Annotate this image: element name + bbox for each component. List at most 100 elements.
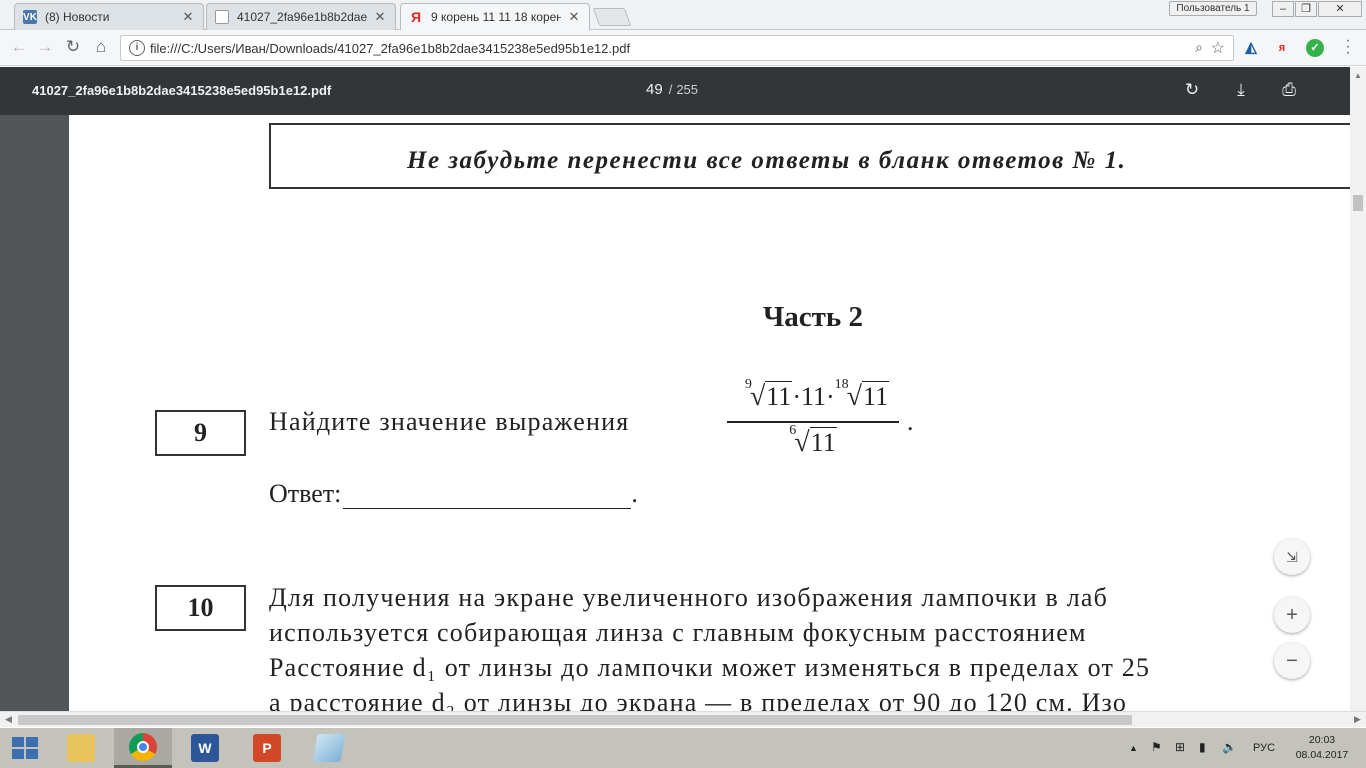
tab-pdf[interactable]: 41027_2fa96e1b8b2dae3415238e5ed95b1e12.p… bbox=[206, 3, 396, 30]
window-app-icon bbox=[312, 734, 346, 762]
forward-icon[interactable]: → bbox=[34, 36, 56, 58]
close-icon[interactable]: ✕ bbox=[373, 9, 387, 25]
minimize-button[interactable]: – bbox=[1272, 1, 1294, 17]
close-icon[interactable]: ✕ bbox=[567, 9, 581, 25]
tab-title: 9 корень 11 11 18 корень bbox=[431, 10, 561, 24]
chrome-icon bbox=[129, 732, 157, 761]
scrollbar-thumb[interactable] bbox=[18, 715, 1132, 725]
question-line: Для получения на экране увеличенного изо… bbox=[269, 583, 1109, 612]
scroll-up-icon[interactable]: ▲ bbox=[1354, 71, 1362, 80]
question-number-box: 10 bbox=[155, 585, 246, 631]
clock-time: 20:03 bbox=[1308, 734, 1336, 746]
tab-yandex-search[interactable]: Я 9 корень 11 11 18 корень ✕ bbox=[400, 3, 590, 30]
pdf-toolbar: 41027_2fa96e1b8b2dae3415238e5ed95b1e12.p… bbox=[0, 67, 1366, 115]
restore-button[interactable]: ❐ bbox=[1295, 1, 1317, 17]
banner-text: Не забудьте перенести все ответы в бланк… bbox=[407, 147, 1127, 174]
answer-blank bbox=[343, 485, 632, 509]
clock[interactable]: 20:03 08.04.2017 bbox=[1294, 733, 1350, 763]
new-tab-button[interactable] bbox=[592, 8, 632, 26]
url-text: file:///C:/Users/Иван/Downloads/41027_2f… bbox=[150, 41, 631, 56]
pdf-page: Не забудьте перенести все ответы в бланк… bbox=[69, 115, 1350, 711]
radicand: 11 bbox=[765, 381, 793, 411]
answer-period: . bbox=[631, 479, 638, 508]
current-page-input[interactable]: 49 bbox=[646, 81, 663, 98]
radical-index: 6 bbox=[789, 423, 797, 438]
question-line: а расстояние d₂ от линзы до экрана — в п… bbox=[269, 688, 1128, 711]
math-fraction: 9√11·11·18√11 6√11 bbox=[727, 377, 907, 467]
app-taskbar-button[interactable] bbox=[300, 728, 358, 768]
taskbar: W P ▲ ⚑ ⊞ ▮ 🔈 РУС 20:03 08.04.2017 bbox=[0, 728, 1366, 768]
file-explorer-button[interactable] bbox=[52, 728, 110, 768]
radical: 18√11 bbox=[835, 377, 890, 413]
language-indicator[interactable]: РУС bbox=[1253, 742, 1275, 754]
volume-icon[interactable]: 🔈 bbox=[1222, 740, 1237, 754]
rotate-icon[interactable]: ↻ bbox=[1181, 79, 1203, 101]
question-line: Расстояние d₁ от линзы до лампочки может… bbox=[269, 653, 1151, 682]
bookmark-star-icon[interactable]: ☆ bbox=[1211, 38, 1225, 58]
browser-toolbar: ← → ↻ ⌂ i file:///C:/Users/Иван/Download… bbox=[0, 30, 1366, 66]
print-icon[interactable]: ⎙ bbox=[1278, 79, 1300, 101]
page-separator: / bbox=[668, 82, 673, 97]
home-icon[interactable]: ⌂ bbox=[90, 36, 112, 58]
show-hidden-icons-icon[interactable]: ▲ bbox=[1129, 743, 1138, 753]
pdf-viewer: Не забудьте перенести все ответы в бланк… bbox=[0, 115, 1350, 711]
scroll-right-icon[interactable]: ▶ bbox=[1354, 714, 1361, 725]
checkmark-extension-icon[interactable]: ✓ bbox=[1306, 39, 1324, 57]
menu-icon[interactable]: · · · bbox=[1338, 33, 1358, 61]
clock-date: 08.04.2017 bbox=[1295, 749, 1349, 761]
page-indicator: 49 /255 bbox=[646, 81, 698, 98]
vertical-scrollbar[interactable]: ▲ bbox=[1350, 67, 1366, 711]
radical-index: 9 bbox=[744, 377, 752, 392]
zoom-icon[interactable]: ⌕ bbox=[1195, 39, 1203, 56]
download-icon[interactable]: ⤓ bbox=[1230, 79, 1252, 101]
extension-drop-icon[interactable]: ◭ bbox=[1242, 39, 1260, 57]
reminder-banner: Не забудьте перенести все ответы в бланк… bbox=[269, 123, 1350, 189]
fraction-denominator: 6√11 bbox=[727, 423, 899, 459]
reload-icon[interactable]: ↻ bbox=[62, 36, 84, 58]
word-icon: W bbox=[191, 734, 219, 762]
fraction-bar bbox=[727, 421, 899, 423]
answer-line: Ответ:. bbox=[269, 479, 638, 509]
fit-to-page-button[interactable]: ⇲ bbox=[1274, 539, 1310, 575]
start-button[interactable] bbox=[12, 737, 38, 759]
word-taskbar-button[interactable]: W bbox=[176, 728, 234, 768]
powerpoint-icon: P bbox=[253, 734, 281, 762]
tab-title: 41027_2fa96e1b8b2dae3415238e5ed95b1e12.p… bbox=[237, 10, 367, 24]
question-text: Найдите значение выражения bbox=[269, 407, 630, 436]
battery-icon[interactable]: ▮ bbox=[1199, 740, 1206, 754]
pdf-file-name: 41027_2fa96e1b8b2dae3415238e5ed95b1e12.p… bbox=[32, 83, 332, 98]
question-number-box: 9 bbox=[155, 410, 246, 456]
scrollbar-thumb[interactable] bbox=[1353, 195, 1363, 211]
flag-icon[interactable]: ⚑ bbox=[1151, 740, 1162, 754]
radical: 9√11 bbox=[745, 377, 793, 413]
radical-sign-icon: √ bbox=[794, 427, 810, 458]
tab-title: (8) Новости bbox=[45, 10, 110, 24]
user-profile-button[interactable]: Пользователь 1 bbox=[1169, 1, 1257, 16]
zoom-in-button[interactable]: + bbox=[1274, 597, 1310, 633]
expression-period: . bbox=[907, 407, 914, 436]
yandex-icon: Я bbox=[410, 9, 422, 25]
chrome-taskbar-button[interactable] bbox=[114, 728, 172, 768]
radicand: 11 bbox=[809, 427, 837, 457]
close-window-button[interactable]: ✕ bbox=[1318, 1, 1362, 17]
radical: 6√11 bbox=[789, 423, 837, 459]
zoom-out-button[interactable]: − bbox=[1274, 643, 1310, 679]
scroll-left-icon[interactable]: ◀ bbox=[5, 714, 12, 725]
radicand: 11 bbox=[862, 381, 890, 411]
horizontal-scrollbar[interactable]: ◀ ▶ bbox=[0, 711, 1366, 727]
back-icon[interactable]: ← bbox=[8, 36, 30, 58]
folder-icon bbox=[67, 734, 95, 762]
yandex-extension-icon[interactable]: я bbox=[1273, 39, 1291, 57]
fraction-numerator: 9√11·11·18√11 bbox=[727, 377, 907, 413]
network-icon[interactable]: ⊞ bbox=[1175, 740, 1185, 754]
address-bar[interactable]: i file:///C:/Users/Иван/Downloads/41027_… bbox=[120, 35, 1234, 61]
close-icon[interactable]: ✕ bbox=[181, 9, 195, 25]
total-pages: 255 bbox=[676, 82, 699, 97]
tab-vk-news[interactable]: VK (8) Новости ✕ bbox=[14, 3, 204, 30]
vk-icon: VK bbox=[23, 10, 37, 24]
multiplier: ·11· bbox=[792, 382, 835, 411]
question-line: используется собирающая линза с главным … bbox=[269, 618, 1087, 647]
info-icon[interactable]: i bbox=[129, 40, 145, 56]
part-title: Часть 2 bbox=[763, 301, 863, 333]
powerpoint-taskbar-button[interactable]: P bbox=[238, 728, 296, 768]
